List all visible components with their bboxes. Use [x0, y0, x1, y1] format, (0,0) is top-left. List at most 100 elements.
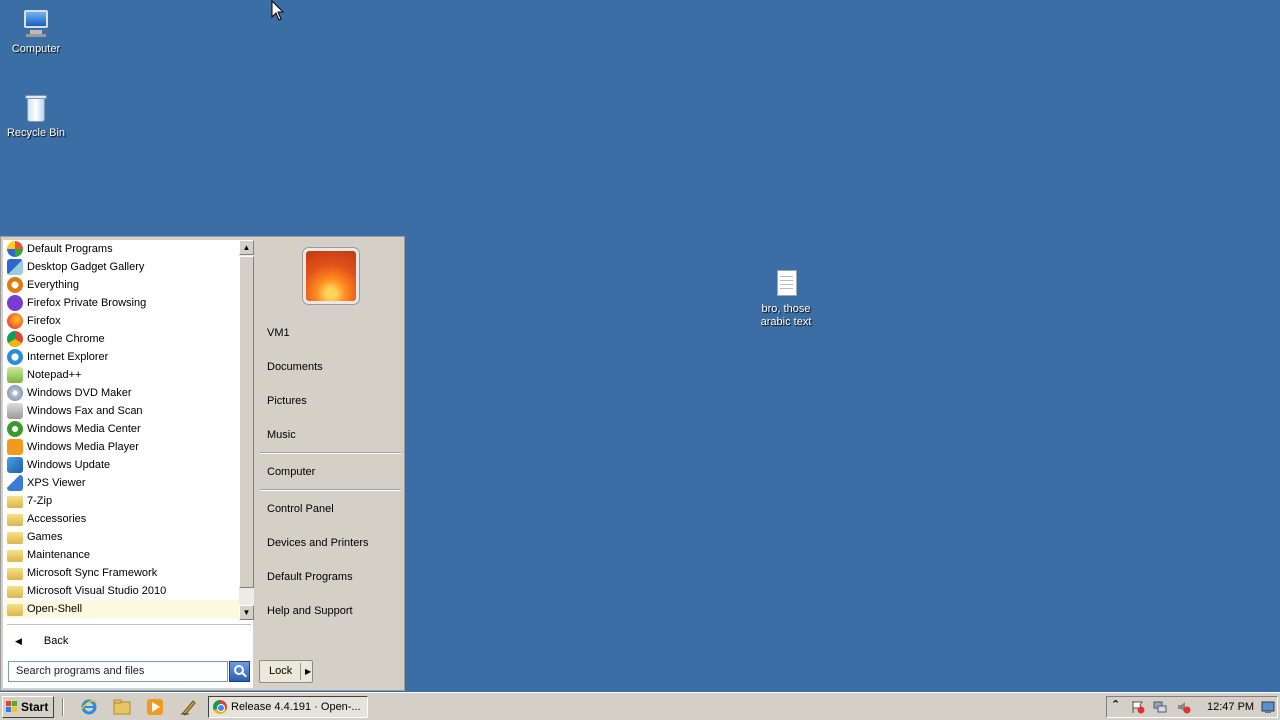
program-item[interactable]: XPS Viewer [3, 474, 239, 492]
program-label: Default Programs [27, 243, 113, 255]
program-label: Everything [27, 279, 79, 291]
program-item[interactable]: Microsoft Visual Studio 2010 [3, 582, 239, 600]
program-item[interactable]: Internet Explorer [3, 348, 239, 366]
program-label: Notepad++ [27, 369, 82, 381]
mouse-cursor-icon [271, 0, 285, 21]
firefox-icon [7, 313, 23, 329]
program-item[interactable]: Default Programs [3, 240, 239, 258]
taskbar-window-chrome[interactable]: Release 4.4.191 · Open-... [208, 696, 368, 718]
desktop-icon-text-file[interactable]: bro, those arabic text [750, 268, 822, 329]
menu-item-user[interactable]: VM1 [267, 324, 290, 342]
media-center-icon [7, 421, 23, 437]
program-item[interactable]: Everything [3, 276, 239, 294]
media-player-icon[interactable] [146, 698, 164, 716]
program-item[interactable]: Windows Media Center [3, 420, 239, 438]
program-label: 7-Zip [27, 495, 53, 507]
program-list: Default Programs Desktop Gadget Gallery Ev… [3, 240, 239, 620]
folder-icon [7, 568, 23, 580]
scroll-down-button[interactable]: ▼ [239, 605, 254, 620]
start-menu: Default Programs Desktop Gadget Gallery Ev… [0, 236, 405, 691]
dvd-maker-icon [7, 385, 23, 401]
menu-item-pictures[interactable]: Pictures [267, 392, 307, 410]
taskbar: Start Release 4.4.191 · Open-... ⌃ 12:47… [0, 692, 1280, 720]
program-label: Internet Explorer [27, 351, 109, 363]
lock-options-arrow-icon[interactable]: ▶ [305, 661, 311, 682]
folder-icon [7, 550, 23, 562]
program-item[interactable]: Maintenance [3, 546, 239, 564]
program-label: Games [27, 531, 63, 543]
program-item[interactable]: 7-Zip [3, 492, 239, 510]
volume-muted-icon[interactable] [1177, 700, 1191, 714]
menu-item-default-programs[interactable]: Default Programs [267, 568, 353, 586]
program-label: Windows DVD Maker [27, 387, 132, 399]
desktop-icon-recycle-bin[interactable]: Recycle Bin [0, 92, 72, 140]
program-item[interactable]: Microsoft Sync Framework [3, 564, 239, 582]
xps-viewer-icon [7, 475, 23, 491]
gadget-gallery-icon [7, 259, 23, 275]
start-label: Start [21, 700, 49, 714]
clock[interactable]: 12:47 PM [1207, 697, 1254, 717]
lock-button[interactable]: Lock ▶ [259, 660, 313, 683]
program-item[interactable]: Accessories [3, 510, 239, 528]
menu-item-devices-printers[interactable]: Devices and Printers [267, 534, 369, 552]
internet-explorer-icon [7, 349, 23, 365]
user-avatar[interactable] [303, 248, 359, 304]
program-item[interactable]: Firefox [3, 312, 239, 330]
program-item[interactable]: Windows DVD Maker [3, 384, 239, 402]
program-item[interactable]: Firefox Private Browsing [3, 294, 239, 312]
program-item[interactable]: Google Chrome [3, 330, 239, 348]
program-label: Google Chrome [27, 333, 105, 345]
show-hidden-icons-arrow-icon[interactable]: ⌃ [1111, 698, 1125, 712]
program-list-scrollbar[interactable]: ▲ ▼ [239, 240, 254, 620]
program-item[interactable]: Games [3, 528, 239, 546]
divider [260, 452, 401, 454]
everything-search-icon [7, 277, 23, 293]
scroll-thumb[interactable] [239, 256, 254, 588]
media-player-icon [7, 439, 23, 455]
notepad-plus-icon [7, 367, 23, 383]
start-button[interactable]: Start [2, 696, 54, 718]
folder-icon[interactable] [113, 698, 131, 716]
action-center-flag-icon[interactable] [1131, 700, 1145, 714]
folder-icon [7, 532, 23, 544]
program-label: Firefox Private Browsing [27, 297, 147, 309]
program-item[interactable]: Open-Shell [3, 600, 239, 618]
folder-icon [7, 586, 23, 598]
program-label: Firefox [27, 315, 61, 327]
scroll-up-button[interactable]: ▲ [239, 240, 254, 255]
desktop-icon-label: bro, those [761, 303, 811, 315]
divider [260, 489, 401, 491]
desktop-icon-label: Computer [11, 43, 61, 55]
program-item[interactable]: Windows Media Player [3, 438, 239, 456]
edit-tool-icon[interactable] [180, 698, 198, 716]
program-label: Windows Media Player [27, 441, 139, 453]
network-icon[interactable] [1153, 700, 1167, 714]
program-label: Microsoft Sync Framework [27, 567, 158, 579]
folder-icon [7, 514, 23, 526]
internet-explorer-icon[interactable] [80, 698, 98, 716]
program-label: XPS Viewer [27, 477, 86, 489]
menu-item-control-panel[interactable]: Control Panel [267, 500, 334, 518]
search-input[interactable]: Search programs and files [8, 661, 228, 682]
program-item[interactable]: Windows Fax and Scan [3, 402, 239, 420]
menu-item-help-support[interactable]: Help and Support [267, 602, 353, 620]
windows-update-icon [7, 457, 23, 473]
desktop-icon-label: arabic text [760, 316, 812, 328]
menu-item-computer[interactable]: Computer [267, 463, 315, 481]
program-item[interactable]: Windows Update [3, 456, 239, 474]
search-button[interactable] [229, 661, 250, 682]
program-label: Windows Update [27, 459, 111, 471]
program-item[interactable]: Desktop Gadget Gallery [3, 258, 239, 276]
menu-item-music[interactable]: Music [267, 426, 296, 444]
program-label: Windows Media Center [27, 423, 141, 435]
menu-item-documents[interactable]: Documents [267, 358, 323, 376]
back-arrow-icon: ◀ [15, 635, 22, 646]
lock-label: Lock [269, 665, 293, 677]
desktop-icon-computer[interactable]: Computer [0, 8, 72, 56]
program-item[interactable]: Notepad++ [3, 366, 239, 384]
program-label: Desktop Gadget Gallery [27, 261, 145, 273]
fax-scan-icon [7, 403, 23, 419]
text-file-icon [770, 268, 802, 300]
back-button[interactable]: ◀ Back [3, 631, 253, 651]
show-desktop-icon[interactable] [1261, 700, 1275, 714]
